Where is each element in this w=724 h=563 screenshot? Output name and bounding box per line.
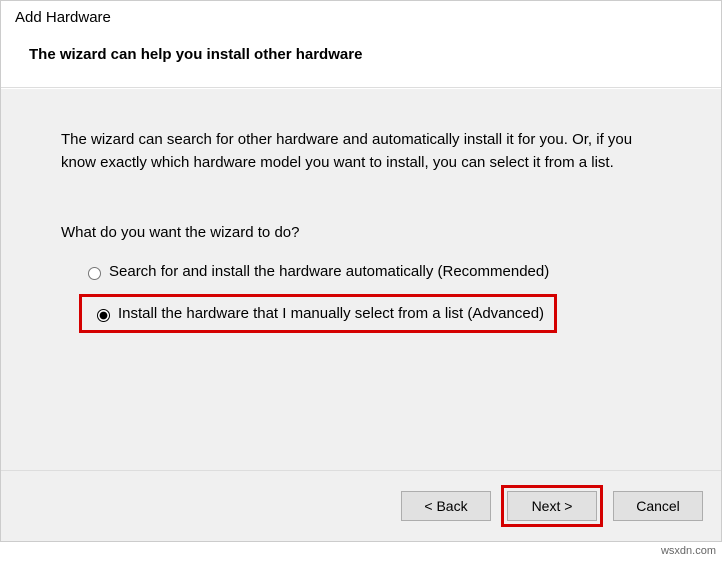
highlight-box-manual: Install the hardware that I manually sel… [79, 294, 557, 333]
dialog-subtitle: The wizard can help you install other ha… [29, 46, 707, 63]
cancel-button[interactable]: Cancel [613, 491, 703, 521]
option-auto[interactable]: Search for and install the hardware auto… [79, 257, 661, 286]
dialog-footer: < Back Next > Cancel [1, 470, 721, 541]
question-text: What do you want the wizard to do? [61, 224, 661, 241]
radio-auto[interactable] [88, 267, 101, 280]
add-hardware-dialog: Add Hardware The wizard can help you ins… [0, 0, 722, 542]
option-manual[interactable]: Install the hardware that I manually sel… [92, 305, 544, 322]
option-auto-label: Search for and install the hardware auto… [109, 263, 549, 280]
dialog-body: The wizard can search for other hardware… [1, 88, 721, 470]
intro-text: The wizard can search for other hardware… [61, 129, 661, 174]
next-button[interactable]: Next > [507, 491, 597, 521]
watermark-text: wsxdn.com [661, 545, 716, 557]
highlight-box-next: Next > [501, 485, 603, 527]
back-button[interactable]: < Back [401, 491, 491, 521]
options-group: Search for and install the hardware auto… [79, 257, 661, 333]
radio-manual[interactable] [97, 309, 110, 322]
option-manual-label: Install the hardware that I manually sel… [118, 305, 544, 322]
dialog-header: Add Hardware The wizard can help you ins… [1, 1, 721, 88]
dialog-title: Add Hardware [15, 9, 707, 26]
